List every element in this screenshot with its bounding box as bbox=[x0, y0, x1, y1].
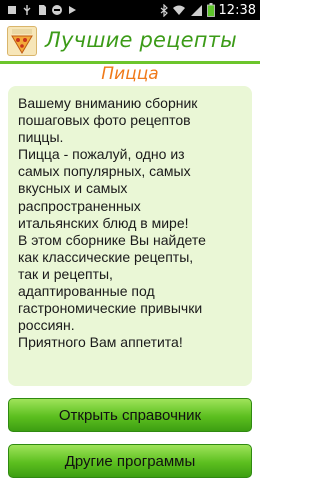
app-title: Лучшие рецепты bbox=[45, 28, 237, 52]
usb-icon bbox=[23, 5, 31, 15]
sd-card-icon bbox=[39, 5, 46, 15]
play-store-icon bbox=[69, 6, 76, 14]
status-clock: 12:38 bbox=[218, 2, 256, 18]
status-icons-right: 12:38 bbox=[160, 2, 256, 18]
battery-icon bbox=[206, 3, 215, 17]
signal-icon bbox=[190, 4, 202, 16]
description-card: Вашему вниманию сборник пошаговых фото р… bbox=[8, 86, 252, 386]
other-apps-button[interactable]: Другие программы bbox=[8, 444, 252, 478]
section-title: Пицца bbox=[101, 64, 159, 84]
notification-icon bbox=[8, 6, 16, 14]
bluetooth-icon bbox=[160, 3, 168, 17]
app-logo bbox=[7, 26, 37, 56]
status-bar: 12:38 bbox=[0, 0, 260, 20]
status-icons-left bbox=[6, 3, 78, 17]
open-reference-button[interactable]: Открыть справочник bbox=[8, 398, 252, 432]
chat-icon bbox=[52, 5, 62, 15]
pizza-logo-icon bbox=[11, 29, 33, 54]
app-header: Лучшие рецепты bbox=[0, 20, 260, 62]
description-text: Вашему вниманию сборник пошаговых фото р… bbox=[18, 95, 206, 351]
wifi-icon bbox=[172, 5, 185, 15]
